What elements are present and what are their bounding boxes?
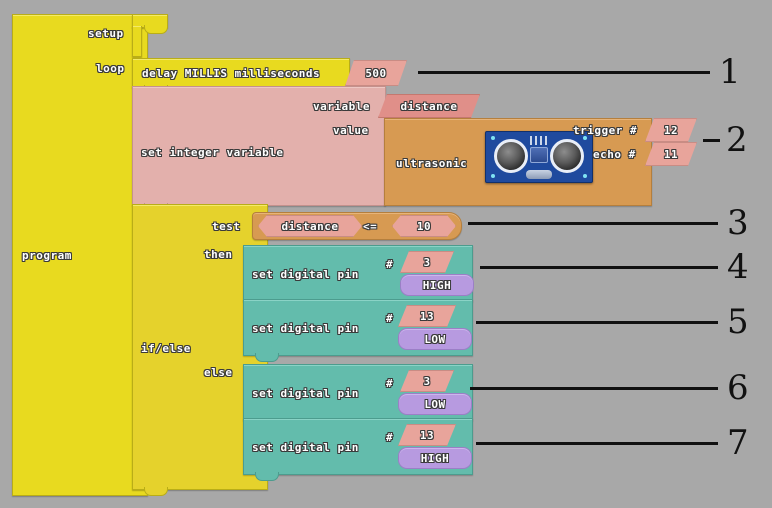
annotation-4: 4 [480, 250, 749, 284]
action-block-notch [255, 353, 279, 362]
annotation-number: 5 [727, 302, 749, 342]
ultrasonic-sensor-icon [485, 131, 593, 183]
annotation-7: 7 [476, 426, 749, 460]
pin-state-plug[interactable]: LOW [398, 393, 472, 415]
action-label: set digital pin [252, 441, 359, 454]
annotation-number: 3 [727, 203, 749, 243]
set-variable-label: set integer variable [141, 146, 284, 159]
pin-number-plug[interactable]: 3 [400, 370, 454, 392]
pin-number-plug[interactable]: 13 [398, 424, 456, 446]
sensor-led-icon [583, 174, 587, 178]
annotation-leader-line [418, 70, 710, 74]
pin-hash-label: # [386, 431, 394, 444]
pin-hash-label: # [386, 312, 394, 325]
program-label: program [22, 249, 72, 262]
pin-hash-label: # [386, 258, 394, 271]
sensor-led-icon [491, 174, 495, 178]
pin-state-text: HIGH [420, 451, 450, 465]
annotation-leader-line [470, 386, 718, 390]
pin-number-text: 13 [419, 428, 435, 442]
sensor-base-icon [526, 170, 552, 179]
action-label: set digital pin [252, 387, 359, 400]
action-block-notch [255, 472, 279, 481]
if-else-notch [144, 487, 168, 496]
ultrasonic-label: ultrasonic [396, 157, 468, 170]
pin-state-text: LOW [424, 332, 446, 346]
annotation-1: 1 [418, 55, 741, 89]
condition-left-text: distance [281, 219, 339, 233]
if-else-label: if/else [141, 342, 191, 355]
delay-value-plug[interactable]: 500 [345, 60, 407, 86]
echo-pin-label: echo # [593, 148, 636, 161]
pin-number-plug[interactable]: 3 [400, 251, 454, 273]
crystal-icon [530, 147, 548, 163]
annotation-number: 7 [727, 423, 749, 463]
condition-right-text: 10 [416, 219, 432, 233]
sensor-led-icon [491, 136, 495, 140]
variable-slot-label: variable [313, 100, 370, 113]
sensor-pin-icon [540, 136, 542, 145]
sensor-pin-icon [530, 136, 532, 145]
trigger-pin-value: 12 [663, 123, 679, 137]
setup-label: setup [88, 27, 124, 40]
echo-pin-plug[interactable]: 11 [645, 142, 697, 166]
pin-number-plug[interactable]: 13 [398, 305, 456, 327]
setup-slot-notch [144, 25, 168, 34]
transducer-left-icon [494, 139, 528, 173]
annotation-2: 2 [703, 123, 748, 157]
annotation-number: 2 [726, 120, 748, 160]
delay-block-label: delay MILLIS milliseconds [142, 67, 321, 80]
variable-name-text: distance [400, 99, 458, 113]
sensor-pin-icon [535, 136, 537, 145]
pin-state-plug[interactable]: HIGH [398, 447, 472, 469]
delay-value-text: 500 [365, 66, 387, 80]
transducer-right-icon [550, 139, 584, 173]
annotation-leader-line [480, 265, 718, 269]
pin-number-text: 3 [423, 374, 431, 388]
trigger-pin-label: trigger # [573, 124, 638, 137]
action-label: set digital pin [252, 322, 359, 335]
loop-label: loop [96, 62, 125, 75]
pin-hash-label: # [386, 377, 394, 390]
annotation-number: 6 [727, 368, 749, 408]
trigger-pin-plug[interactable]: 12 [645, 118, 697, 142]
pin-number-text: 13 [419, 309, 435, 323]
annotation-5: 5 [476, 305, 749, 339]
annotation-number: 4 [727, 247, 749, 287]
pin-state-text: HIGH [422, 278, 452, 292]
block-program-canvas: program setup loop delay MILLIS millisec… [0, 0, 772, 508]
action-label: set digital pin [252, 268, 359, 281]
sensor-pin-icon [545, 136, 547, 145]
value-slot-label: value [333, 124, 369, 137]
condition-left-plug[interactable]: distance [258, 215, 362, 237]
annotation-3: 3 [468, 206, 749, 240]
condition-right-plug[interactable]: 10 [392, 215, 456, 237]
annotation-leader-line [468, 221, 718, 225]
annotation-leader-line [476, 320, 718, 324]
pin-state-plug[interactable]: LOW [398, 328, 472, 350]
pin-state-plug[interactable]: HIGH [400, 274, 474, 296]
setup-slot-stem [132, 26, 142, 57]
pin-state-text: LOW [424, 397, 446, 411]
annotation-number: 1 [719, 52, 741, 92]
annotation-leader-line [703, 138, 720, 142]
annotation-6: 6 [470, 371, 749, 405]
annotation-leader-line [476, 441, 718, 445]
else-slot-label: else [204, 366, 233, 379]
condition-operator: <= [363, 220, 378, 233]
echo-pin-value: 11 [663, 147, 679, 161]
variable-name-plug[interactable]: distance [378, 94, 480, 118]
pin-number-text: 3 [423, 255, 431, 269]
test-slot-label: test [212, 220, 241, 233]
then-slot-label: then [204, 248, 233, 261]
